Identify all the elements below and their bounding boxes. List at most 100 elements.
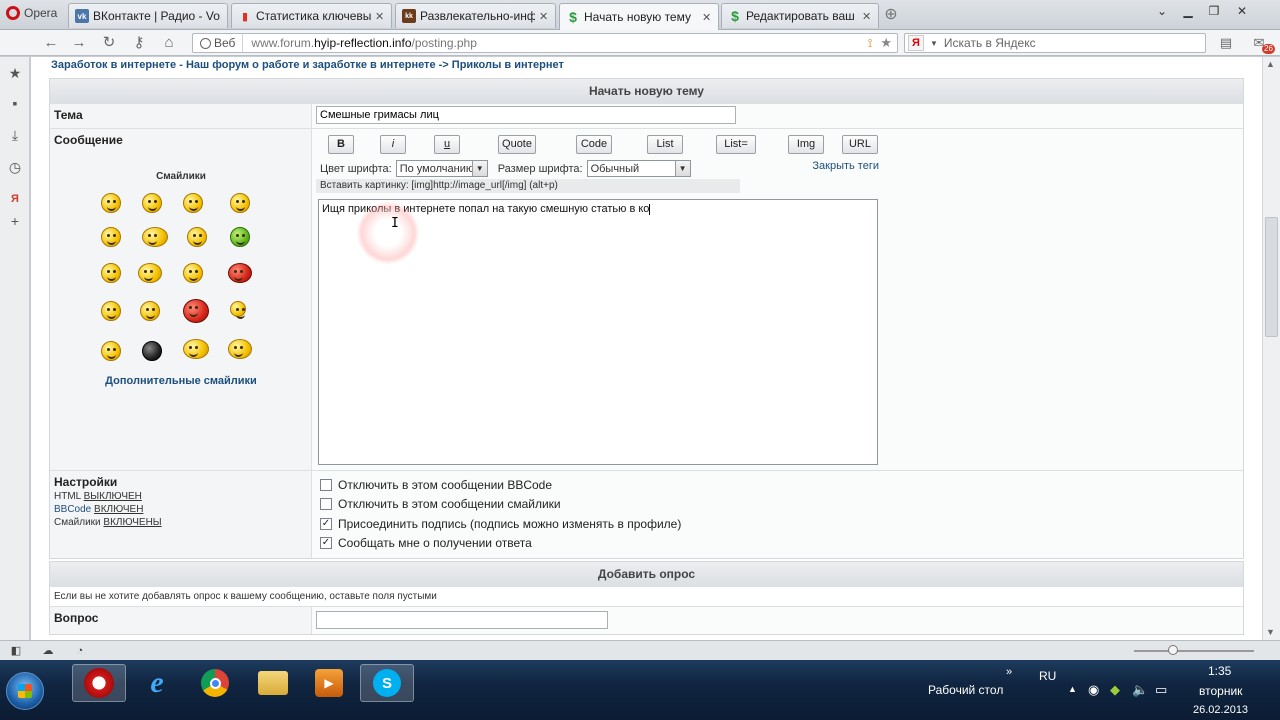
option-notify-reply[interactable]: ✓ Сообщать мне о получении ответа: [316, 534, 1239, 554]
smiley-scratch-icon[interactable]: [140, 301, 160, 321]
italic-button[interactable]: i: [380, 135, 406, 154]
taskbar-internet-explorer[interactable]: e: [130, 664, 184, 702]
close-tab-icon[interactable]: ✕: [702, 11, 712, 24]
page-scrollbar[interactable]: ▲ ▼: [1262, 57, 1280, 640]
taskbar-chrome[interactable]: [188, 664, 242, 702]
panel-toggle-icon[interactable]: ◧: [8, 643, 24, 659]
checkbox-checked-icon[interactable]: ✓: [320, 537, 332, 550]
scroll-up-icon[interactable]: ▲: [1266, 59, 1275, 69]
rss-icon[interactable]: ⟟: [865, 36, 875, 51]
smiley-crazy-icon[interactable]: [101, 263, 121, 283]
site-info-button[interactable]: Веб: [193, 34, 244, 52]
bomb-icon[interactable]: [142, 341, 162, 361]
back-arrow-icon[interactable]: ←: [40, 33, 62, 53]
smiley-dizzy-icon[interactable]: [228, 339, 252, 359]
bold-button[interactable]: B: [328, 135, 354, 154]
show-hidden-icons-icon[interactable]: ▲: [1068, 684, 1077, 694]
search-field[interactable]: Я ▼ Искать в Яндекс: [904, 33, 1206, 53]
address-bar[interactable]: Веб www.forum.hyip-reflection.info/posti…: [192, 33, 898, 53]
checkbox[interactable]: [320, 498, 332, 511]
close-tab-icon[interactable]: ✕: [539, 10, 549, 23]
taskbar-skype[interactable]: S: [360, 664, 414, 702]
smiley-dance-icon[interactable]: [142, 227, 168, 247]
notes-icon[interactable]: ▪: [7, 95, 23, 111]
tab-edit-profile[interactable]: $ Редактировать ваш пр... ✕: [721, 3, 879, 28]
more-smilies-link[interactable]: Дополнительные смайлики: [50, 375, 312, 387]
smiley-grin-icon[interactable]: [101, 193, 121, 213]
smiley-wink-icon[interactable]: [183, 263, 203, 283]
desktop-toolbar-label[interactable]: Рабочий стол: [928, 683, 1003, 697]
checkbox-checked-icon[interactable]: ✓: [320, 517, 332, 530]
smiley-angry-icon[interactable]: [228, 263, 252, 283]
underline-button[interactable]: u: [434, 135, 460, 154]
forward-arrow-icon[interactable]: →: [68, 33, 90, 53]
scroll-down-icon[interactable]: ▼: [1266, 627, 1275, 637]
image-button[interactable]: Img: [788, 135, 824, 154]
smiley-shout-icon[interactable]: [230, 193, 250, 213]
topic-input[interactable]: [316, 106, 736, 124]
zoom-slider-knob[interactable]: [1168, 645, 1178, 655]
font-color-select[interactable]: По умолчанию ▼: [395, 160, 488, 177]
minimize-button[interactable]: ▁: [1176, 2, 1200, 20]
smiley-cry-icon[interactable]: [101, 227, 121, 247]
speedometer-icon[interactable]: ◔: [72, 643, 88, 659]
taskbar-media-player[interactable]: ▶: [302, 664, 356, 702]
close-tab-icon[interactable]: ✕: [375, 10, 385, 23]
history-icon[interactable]: ◷: [7, 159, 23, 175]
yandex-panel-icon[interactable]: Я: [7, 191, 23, 207]
clock-time[interactable]: 1:35: [1208, 664, 1231, 678]
search-engine-dropdown-icon[interactable]: ▼: [924, 39, 944, 48]
smiley-devil-icon[interactable]: [183, 299, 209, 323]
breadcrumb-section-link[interactable]: Приколы в интернет: [452, 59, 564, 71]
new-tab-button[interactable]: ⊕: [882, 6, 900, 24]
clock-date[interactable]: 26.02.2013: [1193, 704, 1248, 716]
maximize-button[interactable]: ❐: [1202, 2, 1226, 20]
url-text[interactable]: www.forum.hyip-reflection.info/posting.p…: [243, 36, 864, 50]
url-button[interactable]: URL: [842, 135, 878, 154]
key-icon[interactable]: ⚷: [128, 33, 150, 53]
ordered-list-button[interactable]: List=: [716, 135, 756, 154]
smiley-laugh-icon[interactable]: [142, 193, 162, 213]
downloads-icon[interactable]: ⤓: [7, 127, 23, 143]
home-icon[interactable]: ⌂: [158, 33, 180, 53]
smiley-hug-icon[interactable]: [138, 263, 162, 283]
quote-button[interactable]: Quote: [498, 135, 536, 154]
network-tray-icon[interactable]: ◉: [1088, 682, 1099, 698]
yandex-icon[interactable]: Я: [908, 35, 924, 51]
html-status-link[interactable]: ВЫКЛЮЧЕН: [84, 491, 142, 502]
option-attach-signature[interactable]: ✓ Присоединить подпись (подпись можно из…: [316, 514, 1239, 534]
smiley-sad-icon[interactable]: [230, 301, 246, 319]
language-indicator[interactable]: RU: [1039, 669, 1056, 683]
start-button[interactable]: [6, 672, 44, 710]
security-tray-icon[interactable]: ◆: [1110, 682, 1120, 698]
bbcode-status-label[interactable]: BBCode: [54, 504, 91, 515]
question-input[interactable]: [316, 611, 608, 629]
list-button[interactable]: List: [647, 135, 683, 154]
code-button[interactable]: Code: [576, 135, 612, 154]
tab-new-topic[interactable]: $ Начать новую тему ✕: [559, 3, 719, 30]
smiley-sick-icon[interactable]: [230, 227, 250, 247]
breadcrumb-forum-link[interactable]: Заработок в интернете - Наш форум о рабо…: [51, 59, 436, 71]
taskbar-opera[interactable]: [72, 664, 126, 702]
toolbar-expand-icon[interactable]: »: [1006, 666, 1012, 678]
reader-icon[interactable]: ▤: [1215, 33, 1237, 53]
tab-list-button[interactable]: ⌄: [1150, 2, 1174, 20]
clock-day[interactable]: вторник: [1199, 684, 1242, 698]
message-textarea[interactable]: Ищя приколы в интернете попал на такую с…: [318, 199, 878, 465]
taskbar-explorer[interactable]: [246, 664, 300, 702]
speed-dial-star-icon[interactable]: ★: [7, 65, 23, 81]
tab-statistics[interactable]: ▮ Статистика ключевых ... ✕: [231, 3, 392, 28]
smiley-happy-icon[interactable]: [183, 193, 203, 213]
close-window-button[interactable]: ✕: [1230, 2, 1254, 20]
cloud-icon[interactable]: ☁: [40, 643, 56, 659]
volume-icon[interactable]: 🔈: [1132, 682, 1148, 698]
close-tab-icon[interactable]: ✕: [862, 10, 872, 23]
option-disable-bbcode[interactable]: Отключить в этом сообщении BBCode: [316, 475, 1239, 495]
smiley-surprised-icon[interactable]: [101, 301, 121, 321]
opera-menu-button[interactable]: Opera: [0, 2, 64, 24]
smiley-smirk-icon[interactable]: [101, 341, 121, 361]
smiley-smile-icon[interactable]: [187, 227, 207, 247]
scrollbar-thumb[interactable]: [1265, 217, 1278, 337]
smilies-status-link[interactable]: ВКЛЮЧЕНЫ: [103, 517, 161, 528]
checkbox[interactable]: [320, 478, 332, 491]
